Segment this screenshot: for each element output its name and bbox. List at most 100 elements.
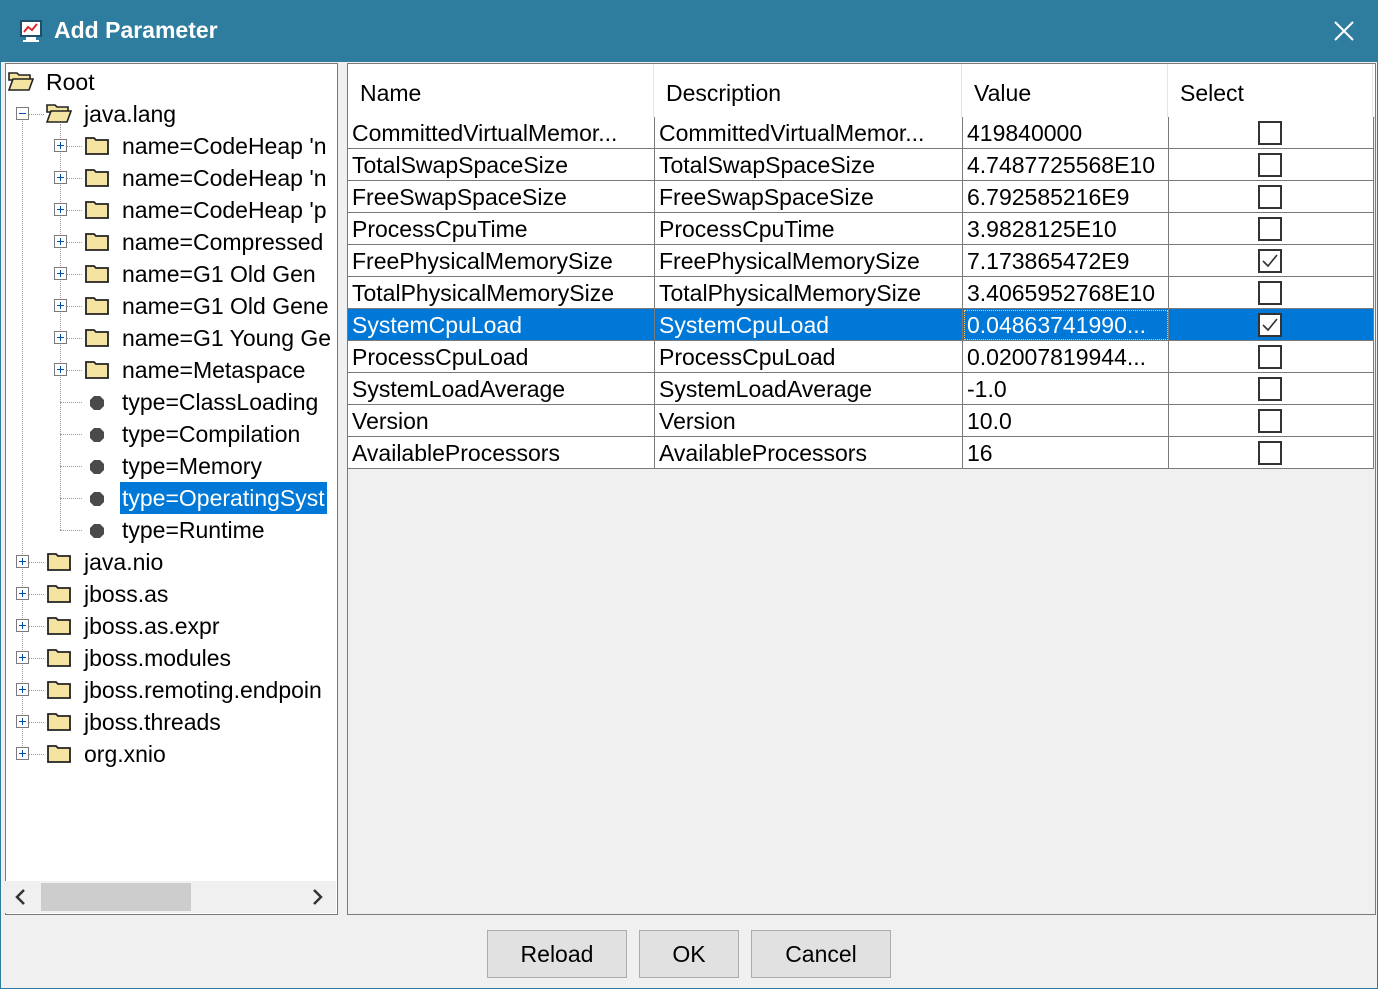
expand-icon[interactable] [54,139,67,152]
cell-value[interactable]: 7.173865472E9 [963,245,1169,277]
cell-value[interactable]: 419840000 [963,117,1169,149]
table-row[interactable]: TotalPhysicalMemorySize TotalPhysicalMemo… [348,277,1374,309]
table-row[interactable]: SystemLoadAverage SystemLoadAverage -1.0 [348,373,1374,405]
cell-description[interactable]: ProcessCpuTime [655,213,963,245]
cell-description[interactable]: FreePhysicalMemorySize [655,245,963,277]
cell-value[interactable]: -1.0 [963,373,1169,405]
cell-value[interactable]: 3.9828125E10 [963,213,1169,245]
tree-horizontal-scrollbar[interactable] [5,881,336,913]
close-button[interactable] [1319,11,1367,51]
expand-icon[interactable] [54,235,67,248]
scrollbar-thumb[interactable] [41,883,191,911]
cell-name[interactable]: AvailableProcessors [348,437,655,469]
tree-node[interactable]: jboss.remoting.endpoin [6,674,337,706]
expand-icon[interactable] [54,267,67,280]
tree-node[interactable]: jboss.modules [6,642,337,674]
table-row[interactable]: Version Version 10.0 [348,405,1374,437]
select-checkbox[interactable] [1258,313,1282,337]
tree-node[interactable]: org.xnio [6,738,337,770]
cell-description[interactable]: FreeSwapSpaceSize [655,181,963,213]
tree-node[interactable]: name=CodeHeap 'p [6,194,337,226]
cell-name[interactable]: Version [348,405,655,437]
expand-icon[interactable] [16,683,29,696]
tree-node[interactable]: jboss.as [6,578,337,610]
cancel-button[interactable]: Cancel [751,930,891,978]
column-header-value[interactable]: Value [962,64,1168,117]
cell-name[interactable]: TotalPhysicalMemorySize [348,277,655,309]
cell-name[interactable]: ProcessCpuLoad [348,341,655,373]
cell-description[interactable]: Version [655,405,963,437]
expand-icon[interactable] [54,299,67,312]
tree-node[interactable]: name=G1 Young Ge [6,322,337,354]
table-row[interactable]: AvailableProcessors AvailableProcessors 16 [348,437,1374,469]
select-checkbox[interactable] [1258,217,1282,241]
cell-description[interactable]: CommittedVirtualMemor... [655,117,963,149]
select-checkbox[interactable] [1258,153,1282,177]
table-row[interactable]: ProcessCpuLoad ProcessCpuLoad 0.0200781994… [348,341,1374,373]
tree-node[interactable]: type=ClassLoading [6,386,337,418]
expand-icon[interactable] [16,619,29,632]
table-row[interactable]: FreePhysicalMemorySize FreePhysicalMemory… [348,245,1374,277]
tree-node[interactable]: name=G1 Old Gen [6,258,337,290]
reload-button[interactable]: Reload [487,930,627,978]
select-checkbox[interactable] [1258,345,1282,369]
cell-value[interactable]: 10.0 [963,405,1169,437]
cell-description[interactable]: TotalSwapSpaceSize [655,149,963,181]
cell-description[interactable]: SystemLoadAverage [655,373,963,405]
tree-node[interactable]: type=OperatingSyst [6,482,337,514]
expand-icon[interactable] [54,331,67,344]
cell-description[interactable]: AvailableProcessors [655,437,963,469]
tree-node[interactable]: name=CodeHeap 'n [6,162,337,194]
cell-value[interactable]: 0.02007819944... [963,341,1169,373]
cell-name[interactable]: ProcessCpuTime [348,213,655,245]
scroll-right-icon[interactable] [307,887,327,907]
expand-icon[interactable] [16,555,29,568]
cell-description[interactable]: SystemCpuLoad [655,309,963,341]
tree-node[interactable]: name=CodeHeap 'n [6,130,337,162]
cell-description[interactable]: TotalPhysicalMemorySize [655,277,963,309]
cell-name[interactable]: SystemLoadAverage [348,373,655,405]
expand-icon[interactable] [16,587,29,600]
cell-name[interactable]: FreeSwapSpaceSize [348,181,655,213]
cell-name[interactable]: FreePhysicalMemorySize [348,245,655,277]
cell-value[interactable]: 3.4065952768E10 [963,277,1169,309]
tree-node[interactable]: name=Metaspace [6,354,337,386]
tree-node[interactable]: java.lang [6,98,337,130]
select-checkbox[interactable] [1258,409,1282,433]
cell-description[interactable]: ProcessCpuLoad [655,341,963,373]
pane-splitter[interactable] [340,63,346,915]
cell-value[interactable]: 0.04863741990... [963,309,1169,341]
tree-node[interactable]: Root [6,66,337,98]
tree-view[interactable]: Root java.lang name=CodeHeap 'n name=CodeHe… [5,63,338,915]
column-header-description[interactable]: Description [654,64,962,117]
expand-icon[interactable] [16,747,29,760]
tree-node[interactable]: name=G1 Old Gene [6,290,337,322]
expand-icon[interactable] [54,363,67,376]
tree-node[interactable]: type=Compilation [6,418,337,450]
scroll-left-icon[interactable] [11,887,31,907]
cell-value[interactable]: 4.7487725568E10 [963,149,1169,181]
table-row[interactable]: ProcessCpuTime ProcessCpuTime 3.9828125E10 [348,213,1374,245]
select-checkbox[interactable] [1258,281,1282,305]
column-header-select[interactable]: Select [1168,64,1373,117]
expand-icon[interactable] [54,171,67,184]
tree-node[interactable]: jboss.threads [6,706,337,738]
tree-node[interactable]: type=Memory [6,450,337,482]
select-checkbox[interactable] [1258,249,1282,273]
expand-icon[interactable] [16,651,29,664]
cell-name[interactable]: CommittedVirtualMemor... [348,117,655,149]
cell-name[interactable]: SystemCpuLoad [348,309,655,341]
select-checkbox[interactable] [1258,121,1282,145]
cell-value[interactable]: 6.792585216E9 [963,181,1169,213]
cell-name[interactable]: TotalSwapSpaceSize [348,149,655,181]
collapse-icon[interactable] [16,107,29,120]
ok-button[interactable]: OK [639,930,739,978]
table-row[interactable]: CommittedVirtualMemor... CommittedVirtual… [348,117,1374,149]
cell-value[interactable]: 16 [963,437,1169,469]
tree-node[interactable]: java.nio [6,546,337,578]
table-row[interactable]: SystemCpuLoad SystemCpuLoad 0.04863741990.… [348,309,1374,341]
table-row[interactable]: FreeSwapSpaceSize FreeSwapSpaceSize 6.7925… [348,181,1374,213]
column-header-name[interactable]: Name [348,64,654,117]
tree-node[interactable]: name=Compressed [6,226,337,258]
select-checkbox[interactable] [1258,441,1282,465]
